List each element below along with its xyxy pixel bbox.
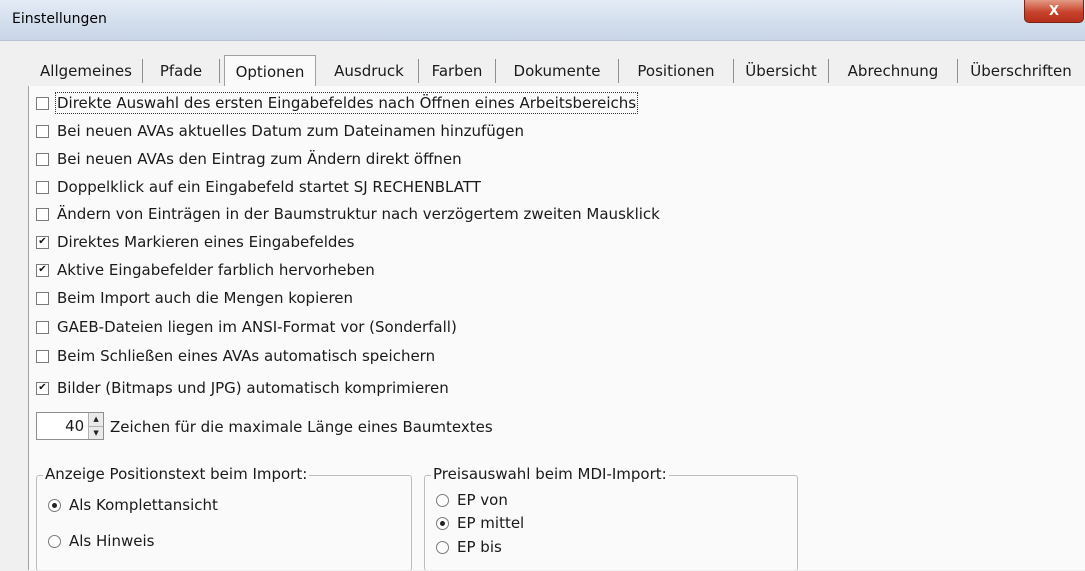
radio-komplettansicht[interactable]: Als Komplettansicht (48, 496, 218, 514)
radio-hinweis[interactable]: Als Hinweis (48, 532, 154, 550)
baumtext-length-spinner[interactable]: 40 ▲ ▼ (36, 412, 104, 440)
checkbox-checked[interactable]: ✔ (36, 381, 49, 395)
spin-down-icon[interactable]: ▼ (89, 425, 103, 439)
window-title: Einstellungen (12, 11, 107, 27)
option-direktes-markieren[interactable]: ✔ Direktes Markieren eines Eingabefeldes (36, 231, 354, 253)
radio-button[interactable] (436, 493, 449, 507)
option-label: Direkte Auswahl des ersten Eingabefeldes… (54, 92, 639, 114)
tab-dokumente[interactable]: Dokumente (496, 59, 619, 83)
option-label: Bei neuen AVAs aktuelles Datum zum Datei… (57, 122, 524, 140)
radio-button[interactable] (48, 534, 61, 548)
tab-allgemeines[interactable]: Allgemeines (30, 59, 143, 83)
tab-ausdruck[interactable]: Ausdruck (320, 59, 419, 83)
tab-uebersicht[interactable]: Übersicht (734, 59, 829, 83)
option-label: Beim Schließen eines AVAs automatisch sp… (57, 347, 436, 365)
spinner-value[interactable]: 40 (37, 417, 88, 435)
option-gaeb-ansi[interactable]: GAEB-Dateien liegen im ANSI-Format vor (… (36, 316, 457, 338)
checkbox-checked[interactable]: ✔ (36, 263, 49, 277)
option-label: Bei neuen AVAs den Eintrag zum Ändern di… (57, 150, 462, 168)
option-mengen-kopieren[interactable]: Beim Import auch die Mengen kopieren (36, 287, 353, 309)
radio-ep-bis[interactable]: EP bis (436, 538, 502, 556)
option-label: GAEB-Dateien liegen im ANSI-Format vor (… (57, 318, 457, 336)
option-label: Beim Import auch die Mengen kopieren (57, 289, 354, 307)
radio-label: EP bis (457, 538, 502, 556)
checkbox[interactable] (36, 207, 49, 221)
option-label: Ändern von Einträgen in der Baumstruktur… (57, 205, 660, 223)
group-anzeige-positionstext: Anzeige Positionstext beim Import: (36, 465, 412, 571)
radio-label: Als Hinweis (69, 532, 155, 550)
radio-label: EP von (457, 491, 508, 509)
close-icon: X (1048, 3, 1060, 19)
radio-button[interactable] (436, 516, 449, 530)
spin-up-icon[interactable]: ▲ (89, 413, 103, 426)
tab-optionen[interactable]: Optionen (224, 55, 316, 88)
tab-farben[interactable]: Farben (419, 59, 496, 83)
close-button[interactable]: X (1024, 0, 1084, 23)
title-bar: Einstellungen X (0, 0, 1085, 41)
option-aendern-baumstruktur[interactable]: Ändern von Einträgen in der Baumstruktur… (36, 203, 660, 225)
tab-ueberschriften[interactable]: Überschriften (958, 59, 1084, 83)
group-legend: Preisauswahl beim MDI-Import: (431, 465, 669, 483)
tab-abrechnung[interactable]: Abrechnung (829, 59, 958, 83)
option-eintrag-oeffnen[interactable]: Bei neuen AVAs den Eintrag zum Ändern di… (36, 148, 462, 170)
spinner-label: Zeichen für die maximale Länge eines Bau… (110, 418, 493, 436)
option-label: Doppelklick auf ein Eingabefeld startet … (57, 178, 481, 196)
spinner-buttons: ▲ ▼ (88, 413, 103, 439)
group-legend: Anzeige Positionstext beim Import: (43, 465, 310, 483)
option-datum-dateiname[interactable]: Bei neuen AVAs aktuelles Datum zum Datei… (36, 120, 524, 142)
tab-positionen[interactable]: Positionen (619, 59, 734, 83)
checkbox[interactable] (36, 291, 49, 305)
checkbox[interactable] (36, 320, 49, 334)
radio-label: Als Komplettansicht (69, 496, 218, 514)
checkbox[interactable] (36, 152, 49, 166)
radio-button[interactable] (436, 540, 449, 554)
checkbox[interactable] (36, 349, 49, 363)
option-label: Aktive Eingabefelder farblich hervorhebe… (57, 261, 375, 279)
checkbox-checked[interactable]: ✔ (36, 235, 49, 249)
option-automatisch-speichern[interactable]: Beim Schließen eines AVAs automatisch sp… (36, 345, 435, 367)
tab-pfade[interactable]: Pfade (143, 59, 220, 83)
checkbox[interactable] (36, 96, 49, 110)
radio-ep-von[interactable]: EP von (436, 491, 508, 509)
radio-label: EP mittel (457, 514, 525, 532)
option-bilder-komprimieren[interactable]: ✔ Bilder (Bitmaps und JPG) automatisch k… (36, 377, 449, 399)
option-label: Bilder (Bitmaps und JPG) automatisch kom… (57, 379, 449, 397)
radio-ep-mittel[interactable]: EP mittel (436, 514, 524, 532)
option-doppelklick-rechenblatt[interactable]: Doppelklick auf ein Eingabefeld startet … (36, 176, 481, 198)
option-label: Direktes Markieren eines Eingabefeldes (57, 233, 355, 251)
option-direkte-auswahl[interactable]: Direkte Auswahl des ersten Eingabefeldes… (36, 92, 639, 114)
option-farblich-hervorheben[interactable]: ✔ Aktive Eingabefelder farblich hervorhe… (36, 259, 375, 281)
tab-strip: Allgemeines Pfade Optionen Ausdruck Farb… (28, 55, 1085, 88)
radio-button[interactable] (48, 498, 61, 512)
checkbox[interactable] (36, 124, 49, 138)
checkbox[interactable] (36, 180, 49, 194)
